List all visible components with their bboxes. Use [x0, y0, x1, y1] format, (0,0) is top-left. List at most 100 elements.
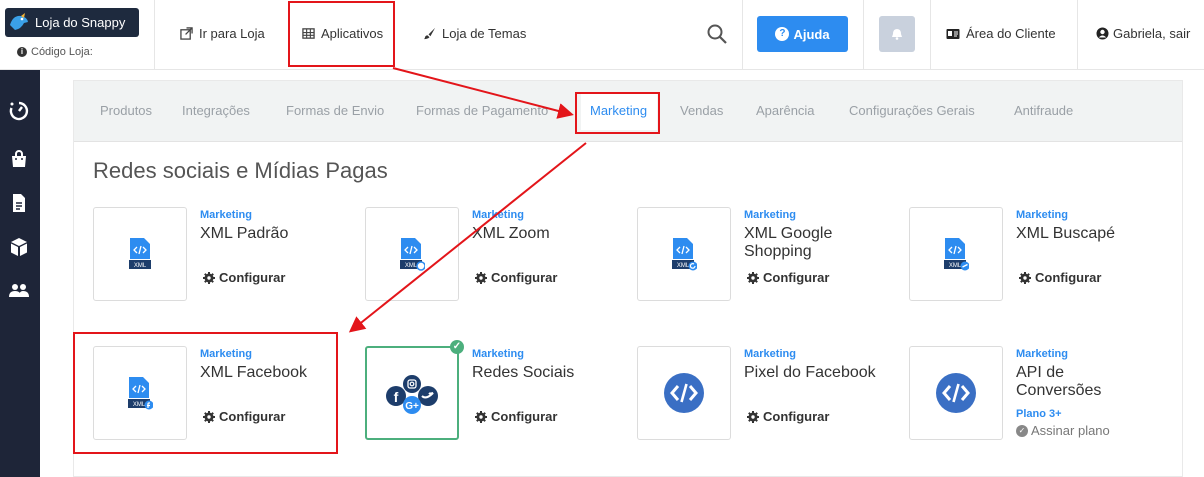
app-card-api-conversoes: Marketing API de Conversões Plano 3+ ✓ A… — [909, 346, 1159, 441]
social-networks-icon: f G+ — [386, 375, 438, 414]
configure-button[interactable]: Configurar — [747, 270, 829, 285]
app-icon-box[interactable]: XML — [909, 207, 1003, 301]
box-icon[interactable] — [8, 236, 30, 258]
tab-aparencia[interactable]: Aparência — [756, 103, 815, 118]
divider — [742, 0, 743, 70]
check-circle-icon: ✓ — [1016, 424, 1028, 437]
search-icon[interactable] — [705, 22, 729, 46]
dashboard-icon[interactable] — [8, 100, 30, 122]
app-name: Pixel do Facebook — [744, 364, 876, 381]
user-label: Gabriela, sair — [1113, 26, 1191, 41]
annotation-box-xml-facebook — [73, 332, 338, 454]
subscribe-plan-label: Assinar plano — [1031, 423, 1110, 438]
app-icon-box[interactable] — [637, 346, 731, 440]
bell-icon — [892, 29, 902, 40]
app-card-redes-sociais: f G+ ✓ Marketing Redes Sociais Configura… — [365, 340, 615, 441]
app-category: Marketing — [1016, 348, 1068, 360]
app-name: XML Google Shopping — [744, 225, 833, 260]
question-icon: ? — [775, 27, 790, 41]
user-logout-link[interactable]: Gabriela, sair — [1096, 26, 1190, 41]
store-code: i Código Loja: — [17, 46, 93, 58]
app-icon-box[interactable]: XML — [365, 207, 459, 301]
app-icon-box[interactable] — [909, 346, 1003, 440]
configure-label: Configurar — [219, 270, 286, 285]
app-card-xml-buscape: XML Marketing XML Buscapé Configurar — [909, 207, 1159, 302]
configure-label: Configurar — [763, 270, 830, 285]
tab-configuracoes-gerais[interactable]: Configurações Gerais — [849, 103, 975, 118]
app-card-xml-google-shopping: XML Marketing XML Google Shopping Config… — [637, 207, 887, 302]
section-title: Redes sociais e Mídias Pagas — [93, 158, 388, 183]
tab-formas-de-pagamento[interactable]: Formas de Pagamento — [416, 103, 548, 118]
client-area-label: Área do Cliente — [966, 26, 1056, 41]
tab-vendas[interactable]: Vendas — [680, 103, 723, 118]
configure-button[interactable]: Configurar — [475, 409, 557, 424]
app-icon-box[interactable]: XML — [93, 207, 187, 301]
xml-label: XML — [405, 263, 418, 269]
app-category: Marketing — [472, 209, 524, 221]
tab-antifraude[interactable]: Antifraude — [1014, 103, 1073, 118]
gear-icon — [475, 271, 487, 284]
brush-icon — [423, 27, 436, 40]
code-icon — [664, 373, 704, 413]
app-card-xml-zoom: XML Marketing XML Zoom Configurar — [365, 207, 615, 302]
configure-label: Configurar — [763, 409, 830, 424]
plan-tag: Plano 3+ — [1016, 408, 1062, 420]
app-name: XML Padrão — [200, 225, 289, 242]
gear-icon — [747, 271, 759, 284]
shopping-bag-icon[interactable] — [8, 148, 30, 170]
app-name: XML Zoom — [472, 225, 550, 242]
gear-icon — [475, 410, 487, 423]
client-area-link[interactable]: Área do Cliente — [946, 26, 1056, 41]
divider — [863, 0, 864, 70]
store-name: Loja do Snappy — [35, 15, 126, 30]
annotation-box-marketing — [575, 92, 660, 134]
xml-zoom-icon: XML — [400, 238, 425, 271]
app-category: Marketing — [200, 209, 252, 221]
divider — [1077, 0, 1078, 70]
external-link-icon — [180, 27, 193, 40]
themes-link[interactable]: Loja de Temas — [423, 26, 526, 41]
subscribe-plan-link[interactable]: ✓ Assinar plano — [1016, 423, 1110, 438]
configure-button[interactable]: Configurar — [747, 409, 829, 424]
app-category: Marketing — [1016, 209, 1068, 221]
svg-text:G+: G+ — [405, 401, 419, 412]
top-bar: Loja do Snappy i Código Loja: Ir para Lo… — [0, 0, 1204, 70]
xml-label: XML — [949, 263, 962, 269]
app-category: Marketing — [472, 348, 524, 360]
help-button[interactable]: ? Ajuda — [757, 16, 848, 52]
id-card-icon — [946, 28, 960, 39]
users-icon[interactable] — [8, 280, 30, 302]
app-name: Redes Sociais — [472, 364, 575, 381]
xml-label: XML — [134, 263, 147, 269]
check-icon: ✓ — [450, 340, 464, 354]
xml-google-icon: XML — [672, 238, 697, 271]
notifications-button[interactable] — [879, 16, 915, 52]
code-icon — [936, 373, 976, 413]
tab-produtos[interactable]: Produtos — [100, 103, 152, 118]
brand-area: Loja do Snappy i Código Loja: — [0, 0, 155, 70]
store-logo[interactable]: Loja do Snappy — [5, 8, 139, 37]
configure-button[interactable]: Configurar — [1019, 270, 1101, 285]
app-category: Marketing — [744, 348, 796, 360]
go-to-store-link[interactable]: Ir para Loja — [180, 26, 265, 41]
app-category: Marketing — [744, 209, 796, 221]
app-name: API de Conversões — [1016, 364, 1102, 399]
user-circle-icon — [1096, 27, 1109, 40]
tab-formas-de-envio[interactable]: Formas de Envio — [286, 103, 384, 118]
document-icon[interactable] — [8, 192, 30, 214]
app-card-pixel-facebook: Marketing Pixel do Facebook Configurar — [637, 346, 887, 441]
gear-icon — [747, 410, 759, 423]
themes-label: Loja de Temas — [442, 26, 527, 41]
bird-logo-icon — [10, 12, 28, 30]
configure-button[interactable]: Configurar — [203, 270, 285, 285]
xml-buscape-icon: XML — [944, 238, 969, 271]
annotation-box-apps — [288, 1, 395, 67]
tab-integracoes[interactable]: Integrações — [182, 103, 250, 118]
configure-button[interactable]: Configurar — [475, 270, 557, 285]
divider — [930, 0, 931, 70]
configure-label: Configurar — [491, 409, 558, 424]
app-icon-box[interactable]: f G+ — [365, 346, 459, 440]
gear-icon — [203, 271, 215, 284]
app-icon-box[interactable]: XML — [637, 207, 731, 301]
sidebar — [0, 70, 40, 477]
